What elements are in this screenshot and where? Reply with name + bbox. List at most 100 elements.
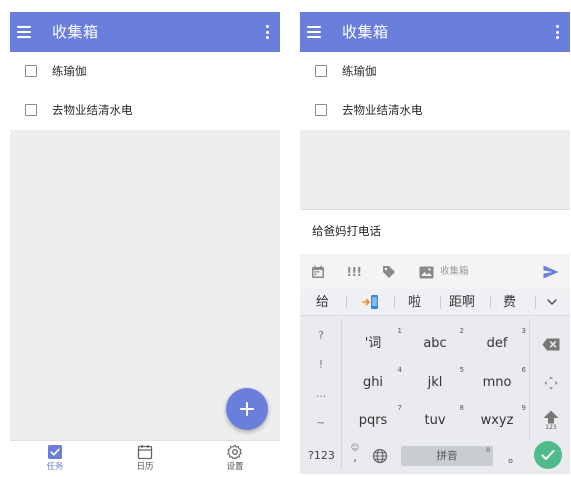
nav-item-tasks[interactable]: 任务 xyxy=(25,444,85,473)
key-1[interactable]: 1 '词 xyxy=(342,325,404,363)
task-checkbox[interactable] xyxy=(315,104,327,116)
key-3[interactable]: 3 def xyxy=(466,325,528,363)
key-number: 7 xyxy=(397,404,402,412)
bottom-nav: 任务 日历 设置 xyxy=(10,440,280,474)
backspace-icon xyxy=(542,338,560,350)
key-label: tuv xyxy=(424,413,446,428)
delete-key[interactable] xyxy=(532,325,570,363)
task-list: 练瑜伽 去物业结清水电 xyxy=(300,52,570,130)
key-number: 1 xyxy=(397,327,402,335)
task-checkbox[interactable] xyxy=(315,65,327,77)
globe-icon[interactable] xyxy=(372,448,388,464)
candidate-word[interactable]: 距啊 xyxy=(449,294,475,311)
app-bar: 收集箱 xyxy=(10,12,280,52)
key-label: pqrs xyxy=(358,413,388,428)
key-label: '词 xyxy=(364,336,382,351)
key-4[interactable]: 4 ghi xyxy=(342,364,404,402)
key-5[interactable]: 5 jkl xyxy=(404,364,466,402)
check-icon xyxy=(541,450,555,460)
key-7[interactable]: 7 pqrs xyxy=(342,402,404,440)
page-title: 收集箱 xyxy=(52,23,99,41)
list-item[interactable]: 去物业结清水电 xyxy=(10,91,280,130)
ime-keyboard: 给 啦 距啊 费 ? ! ... ~ 1 '词 2 abc 3 def 4 ghi 5 j… xyxy=(300,289,570,474)
key-label: abc xyxy=(423,336,447,351)
key-label: ghi xyxy=(362,375,384,390)
plus-icon xyxy=(240,402,254,416)
check-square-icon xyxy=(48,445,62,459)
task-checkbox[interactable] xyxy=(25,104,37,116)
menu-icon[interactable] xyxy=(306,22,326,42)
key-number: 3 xyxy=(521,327,526,335)
more-vert-icon[interactable] xyxy=(264,23,270,41)
priority-button[interactable]: !!! xyxy=(345,263,363,281)
keyboard-divider xyxy=(529,319,530,439)
key-number: 9 xyxy=(521,404,526,412)
nav-item-settings[interactable]: 设置 xyxy=(205,444,265,473)
calendar-icon xyxy=(312,265,324,278)
key-label: jkl xyxy=(427,375,443,390)
quick-add-panel: 给爸妈打电话 !!! 收集箱 xyxy=(300,209,570,290)
task-list: 练瑜伽 去物业结清水电 xyxy=(10,52,280,130)
list-picker-label: 收集箱 xyxy=(440,266,469,277)
move-cursor-icon xyxy=(544,376,558,390)
tag-button[interactable] xyxy=(381,263,397,281)
key-number: 5 xyxy=(459,366,464,374)
shift-key[interactable]: 123 xyxy=(532,402,570,440)
nav-label: 设置 xyxy=(226,462,244,472)
candidate-divider xyxy=(490,296,491,309)
add-task-button[interactable] xyxy=(226,388,268,430)
key-9[interactable]: 9 wxyz xyxy=(466,402,528,440)
enter-key[interactable] xyxy=(534,441,562,469)
symbol-key[interactable]: ? xyxy=(300,329,342,342)
date-picker-button[interactable] xyxy=(310,263,326,281)
list-picker-button[interactable] xyxy=(417,263,435,281)
key-8[interactable]: 8 tuv xyxy=(404,402,466,440)
key-number: 8 xyxy=(459,404,464,412)
phone-app-icon[interactable] xyxy=(362,293,380,311)
task-title: 练瑜伽 xyxy=(342,64,377,78)
inbox-icon xyxy=(419,266,433,278)
symbol-key[interactable]: ... xyxy=(300,387,342,400)
list-item[interactable]: 去物业结清水电 xyxy=(300,91,570,130)
right-screen: 收集箱 练瑜伽 去物业结清水电 给爸妈打电话 !!! 收集箱 给 啦 距啊 费 … xyxy=(300,12,570,474)
key-label: def xyxy=(486,336,508,351)
shift-key-label: 123 xyxy=(545,424,557,431)
page-title: 收集箱 xyxy=(342,23,389,41)
symbols-switch-key[interactable]: ?123 xyxy=(308,449,335,462)
send-icon xyxy=(543,265,559,279)
space-key-label: 拼音 xyxy=(436,450,458,462)
key-6[interactable]: 6 mno xyxy=(466,364,528,402)
comma-label: , xyxy=(353,451,357,464)
symbol-key[interactable]: ~ xyxy=(300,416,342,429)
nav-item-calendar[interactable]: 日历 xyxy=(115,444,175,473)
app-bar: 收集箱 xyxy=(300,12,570,52)
shift-up-icon xyxy=(543,410,559,424)
candidate-bar: 给 啦 距啊 费 xyxy=(300,289,570,316)
key-2[interactable]: 2 abc xyxy=(404,325,466,363)
left-screen: 收集箱 练瑜伽 去物业结清水电 任务 日历 设置 xyxy=(10,12,280,474)
menu-icon[interactable] xyxy=(16,22,36,42)
candidate-word[interactable]: 给 xyxy=(316,294,329,311)
task-input[interactable]: 给爸妈打电话 xyxy=(312,223,381,239)
period-key[interactable]: 。 xyxy=(508,447,521,466)
more-vert-icon[interactable] xyxy=(554,23,560,41)
candidate-divider xyxy=(440,296,441,309)
cursor-key[interactable] xyxy=(532,364,570,402)
gear-icon xyxy=(227,444,242,460)
chevron-down-icon[interactable] xyxy=(546,297,558,307)
space-key[interactable]: 拼音 0 xyxy=(401,446,493,466)
symbol-column: ? ! ... ~ xyxy=(300,317,342,440)
task-title: 去物业结清水电 xyxy=(52,103,133,117)
key-number: 2 xyxy=(459,327,464,335)
symbol-key[interactable]: ! xyxy=(300,358,342,371)
send-button[interactable] xyxy=(542,263,560,281)
task-checkbox[interactable] xyxy=(25,65,37,77)
candidate-word[interactable]: 费 xyxy=(503,294,516,311)
candidate-word[interactable]: 啦 xyxy=(408,294,421,311)
list-item[interactable]: 练瑜伽 xyxy=(10,52,280,91)
emoji-comma-key[interactable]: ☺ , xyxy=(350,443,360,463)
list-item[interactable]: 练瑜伽 xyxy=(300,52,570,91)
nav-label: 日历 xyxy=(136,462,154,472)
space-key-number: 0 xyxy=(486,447,490,454)
key-number: 4 xyxy=(397,366,402,374)
